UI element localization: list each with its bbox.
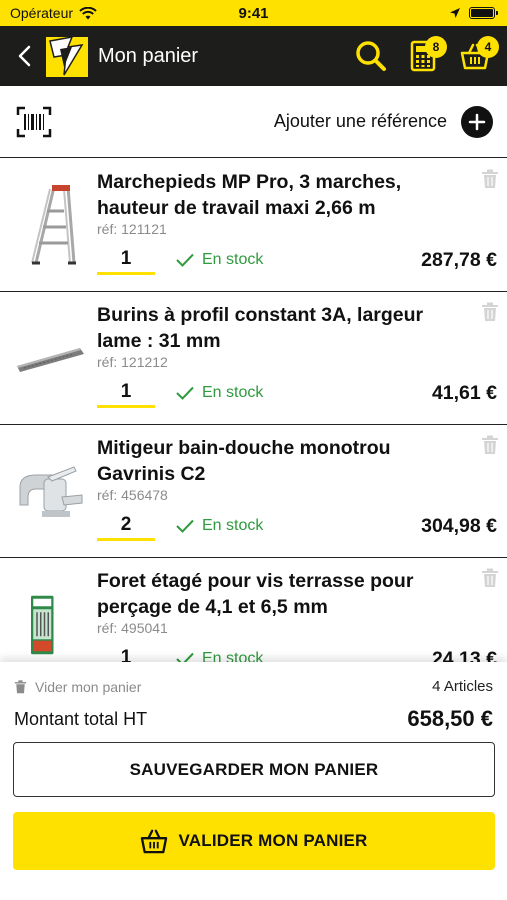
cart-item[interactable]: Marchepieds MP Pro, 3 marches, hauteur d… — [0, 159, 507, 292]
quote-badge: 8 — [425, 36, 447, 58]
total-value: 658,50 € — [407, 706, 493, 731]
plus-circle-icon — [461, 105, 493, 138]
empty-cart-label: Vider mon panier — [35, 678, 142, 695]
cart-button[interactable]: 4 — [449, 26, 501, 86]
cart-item[interactable]: Foret étagé pour vis terrasse pour perça… — [0, 558, 507, 662]
quantity-field[interactable]: 2 — [97, 513, 155, 541]
wifi-icon — [79, 6, 97, 19]
carrier-label: Opérateur — [10, 5, 74, 21]
basket-icon — [141, 829, 168, 854]
page-title: Mon panier — [98, 44, 199, 67]
item-ref: réf: 456478 — [97, 487, 168, 503]
footer-summary-row: Vider mon panier 4 Articles — [14, 678, 493, 695]
cart-items-list: Marchepieds MP Pro, 3 marches, hauteur d… — [0, 159, 507, 662]
quantity-field[interactable]: 1 — [97, 247, 155, 275]
stock-label: En stock — [202, 251, 264, 268]
validate-cart-button[interactable]: VALIDER MON PANIER — [13, 812, 495, 870]
cart-badge: 4 — [477, 36, 499, 58]
status-right — [449, 7, 498, 19]
nav-bar: Mon panier 8 4 — [0, 26, 507, 86]
check-icon — [176, 652, 194, 662]
quote-button[interactable]: 8 — [397, 26, 449, 86]
check-icon — [176, 519, 194, 533]
search-icon — [356, 41, 386, 71]
cart-footer: Vider mon panier 4 Articles Montant tota… — [0, 662, 507, 900]
item-ref: réf: 121212 — [97, 354, 168, 370]
item-price: 287,78 € — [421, 249, 497, 271]
stock-label: En stock — [202, 517, 264, 534]
stock-status: En stock — [176, 251, 263, 269]
articles-count: 4 Articles — [432, 678, 493, 695]
item-price: 304,98 € — [421, 515, 497, 537]
battery-icon — [469, 7, 498, 19]
trash-icon[interactable] — [481, 302, 499, 322]
chevron-left-icon — [18, 45, 31, 67]
back-button[interactable] — [8, 26, 40, 86]
item-title: Foret étagé pour vis terrasse pour perça… — [97, 570, 414, 618]
item-price: 24,13 € — [431, 648, 497, 662]
stock-label: En stock — [202, 650, 264, 662]
stock-status: En stock — [176, 384, 263, 402]
location-arrow-icon — [450, 8, 460, 18]
stock-status: En stock — [176, 517, 263, 535]
empty-cart-button[interactable]: Vider mon panier — [14, 679, 141, 695]
item-title: Burins à profil constant 3A, largeur lam… — [97, 304, 424, 352]
search-button[interactable] — [345, 26, 397, 86]
total-label: Montant total HT — [14, 708, 148, 729]
stock-label: En stock — [202, 384, 264, 401]
validate-cart-label: VALIDER MON PANIER — [178, 831, 368, 850]
chisel-image — [17, 348, 84, 372]
cart-item[interactable]: Mitigeur bain-douche monotrou Gavrinis C… — [0, 425, 507, 558]
item-title: Marchepieds MP Pro, 3 marches, hauteur d… — [97, 171, 402, 219]
item-ref: réf: 495041 — [97, 620, 168, 636]
quantity-field[interactable]: 1 — [97, 646, 155, 662]
save-cart-label: SAUVEGARDER MON PANIER — [129, 759, 379, 779]
check-icon — [176, 386, 194, 400]
trash-icon[interactable] — [481, 435, 499, 455]
stock-status: En stock — [176, 650, 263, 662]
add-reference-label: Ajouter une référence — [273, 111, 447, 131]
trash-icon[interactable] — [481, 568, 499, 588]
status-bar: Opérateur 9:41 — [0, 0, 507, 26]
check-icon — [176, 253, 194, 267]
add-reference-row: Ajouter une référence — [0, 86, 507, 158]
item-title: Mitigeur bain-douche monotrou Gavrinis C… — [97, 437, 391, 485]
ladder-image — [31, 185, 76, 265]
save-cart-button[interactable]: SAUVEGARDER MON PANIER — [13, 742, 495, 797]
barcode-scanner-icon[interactable] — [16, 106, 52, 138]
footer-total-row: Montant total HT 658,50 € — [14, 706, 493, 732]
brand-logo — [46, 36, 88, 77]
faucet-image — [19, 466, 83, 517]
cart-item[interactable]: Burins à profil constant 3A, largeur lam… — [0, 292, 507, 425]
item-price: 41,61 € — [431, 382, 497, 404]
add-reference-button[interactable]: Ajouter une référence — [273, 105, 493, 138]
status-left: Opérateur — [10, 5, 97, 21]
item-ref: réf: 121121 — [97, 221, 167, 237]
drill-bit-package-image — [31, 595, 54, 655]
quantity-field[interactable]: 1 — [97, 380, 155, 408]
trash-icon[interactable] — [481, 169, 499, 189]
trash-icon — [14, 679, 27, 693]
